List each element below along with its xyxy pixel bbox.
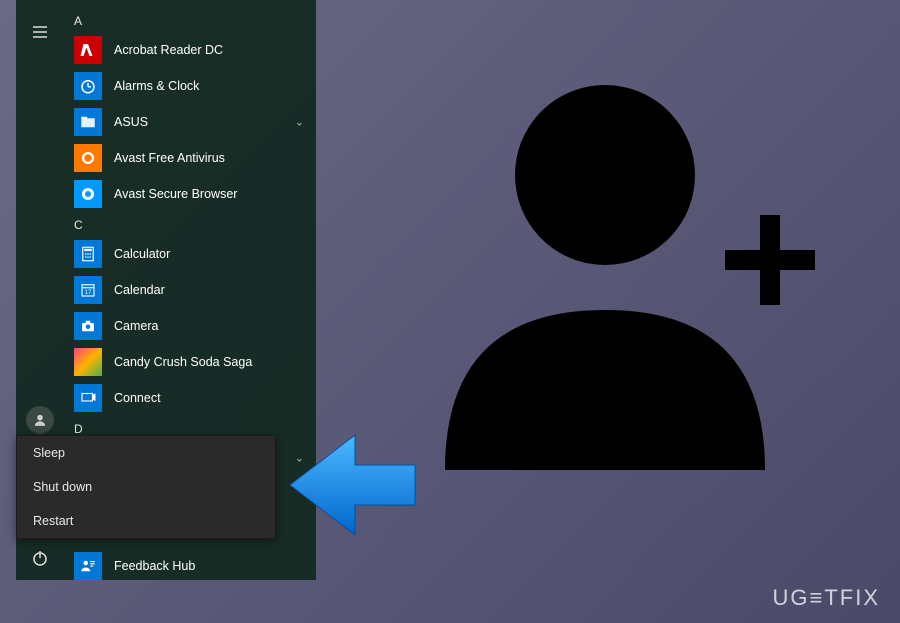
app-label: Avast Secure Browser bbox=[114, 187, 237, 201]
power-button[interactable] bbox=[16, 536, 64, 580]
watermark: UG≡TFIX bbox=[773, 585, 881, 611]
candy-crush-icon bbox=[74, 348, 102, 376]
power-context-menu: Sleep Shut down Restart bbox=[16, 435, 276, 539]
connect-icon bbox=[74, 384, 102, 412]
app-acrobat-reader[interactable]: Acrobat Reader DC bbox=[64, 32, 316, 68]
app-label: Calculator bbox=[114, 247, 170, 261]
app-avast-browser[interactable]: Avast Secure Browser bbox=[64, 176, 316, 212]
instruction-arrow bbox=[280, 415, 420, 555]
user-icon bbox=[26, 406, 54, 434]
app-connect[interactable]: Connect bbox=[64, 380, 316, 416]
calculator-icon bbox=[74, 240, 102, 268]
power-sleep[interactable]: Sleep bbox=[17, 436, 275, 470]
app-avast-antivirus[interactable]: Avast Free Antivirus bbox=[64, 140, 316, 176]
app-label: Camera bbox=[114, 319, 158, 333]
app-camera[interactable]: Camera bbox=[64, 308, 316, 344]
app-label: Alarms & Clock bbox=[114, 79, 199, 93]
app-label: ASUS bbox=[114, 115, 148, 129]
app-label: Calendar bbox=[114, 283, 165, 297]
app-label: Avast Free Antivirus bbox=[114, 151, 225, 165]
power-shutdown[interactable]: Shut down bbox=[17, 470, 275, 504]
folder-icon bbox=[74, 108, 102, 136]
letter-header-c[interactable]: C bbox=[64, 212, 316, 236]
avast-browser-icon bbox=[74, 180, 102, 208]
adobe-icon bbox=[74, 36, 102, 64]
app-label: Candy Crush Soda Saga bbox=[114, 355, 252, 369]
clock-icon bbox=[74, 72, 102, 100]
chevron-down-icon: ⌄ bbox=[295, 116, 304, 129]
add-user-illustration bbox=[400, 50, 830, 480]
svg-text:17: 17 bbox=[85, 290, 92, 296]
feedback-hub-icon bbox=[74, 552, 102, 580]
app-calendar[interactable]: 17 Calendar bbox=[64, 272, 316, 308]
app-feedback-hub[interactable]: Feedback Hub bbox=[64, 548, 316, 580]
app-calculator[interactable]: Calculator bbox=[64, 236, 316, 272]
power-restart[interactable]: Restart bbox=[17, 504, 275, 538]
camera-icon bbox=[74, 312, 102, 340]
app-alarms-clock[interactable]: Alarms & Clock bbox=[64, 68, 316, 104]
avast-icon bbox=[74, 144, 102, 172]
app-asus-folder[interactable]: ASUS ⌄ bbox=[64, 104, 316, 140]
app-candy-crush[interactable]: Candy Crush Soda Saga bbox=[64, 344, 316, 380]
app-label: Connect bbox=[114, 391, 161, 405]
hamburger-button[interactable] bbox=[16, 10, 64, 54]
app-label: Feedback Hub bbox=[114, 559, 195, 573]
letter-header-a[interactable]: A bbox=[64, 8, 316, 32]
app-label: Acrobat Reader DC bbox=[114, 43, 223, 57]
calendar-icon: 17 bbox=[74, 276, 102, 304]
